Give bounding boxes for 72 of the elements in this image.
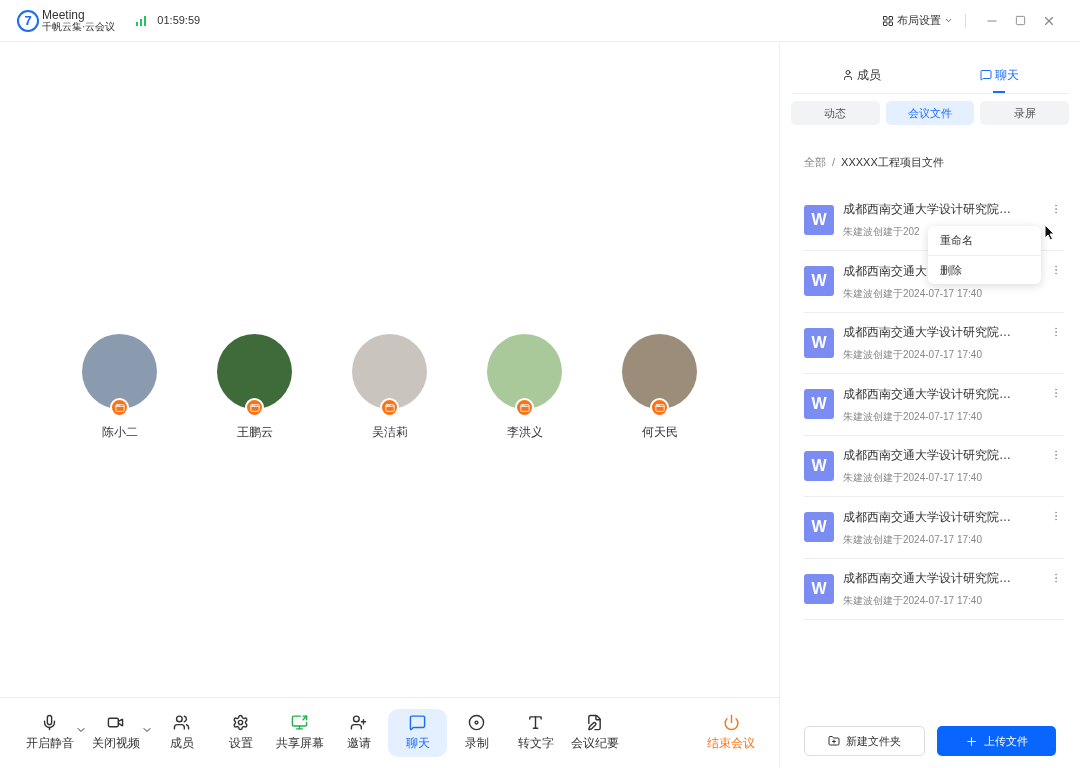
toolbar-button[interactable]: 聊天 (388, 709, 447, 757)
record-icon (468, 714, 485, 731)
file-title[interactable]: 成都西南交通大学设计研究院… (843, 507, 1011, 526)
new-folder-button[interactable]: 新建文件夹 (804, 726, 925, 756)
breadcrumb-separator: / (832, 155, 836, 170)
app-name: Meeting (42, 9, 86, 21)
participant-name: 吴洁莉 (371, 424, 408, 441)
notes-icon (586, 714, 603, 731)
word-file-icon: W (804, 450, 834, 481)
cursor-icon (1044, 224, 1055, 241)
toolbar-button[interactable]: 共享屏幕 (270, 709, 329, 757)
caret-icon (944, 16, 953, 25)
file-subtitle: 朱建波创建于2024-07-17 17:40 (843, 286, 982, 301)
settings-icon (232, 714, 249, 731)
toolbar-button[interactable]: 成员 (152, 709, 211, 757)
file-title[interactable]: 成都西南交通大学设计研究院… (843, 323, 1011, 342)
participant-name: 何天民 (641, 424, 678, 441)
word-file-icon: W (804, 327, 834, 358)
file-subtitle: 朱建波创建于2024-07-17 17:40 (843, 532, 982, 547)
file-title[interactable]: 成都西南交通大学设计研究院… (843, 384, 1011, 403)
subtab[interactable]: 录屏 (980, 101, 1069, 125)
file-title[interactable]: 成都西南交通大学设计研究院… (843, 200, 1011, 219)
participant-name: 陈小二 (101, 424, 138, 441)
file-title[interactable]: 成都西南交通大学设计研究院… (843, 569, 1011, 588)
file-subtitle: 朱建波创建于2024-07-17 17:40 (843, 409, 982, 424)
screen-share-icon (291, 714, 308, 731)
add-user-icon (350, 714, 367, 731)
toolbar-button[interactable]: 录制 (447, 709, 506, 757)
folder-icon (828, 735, 840, 747)
menu-item[interactable]: 重命名 (928, 226, 1041, 255)
file-subtitle: 朱建波创建于2024-07-17 17:40 (843, 471, 982, 486)
panel-tab[interactable]: 成员 (792, 66, 930, 93)
subtab[interactable]: 会议文件 (885, 101, 975, 125)
breadcrumb-item: XXXXX工程项目文件 (841, 155, 944, 170)
mic-icon (41, 714, 58, 731)
word-file-icon: W (804, 204, 834, 235)
logo-icon: 7 (17, 9, 39, 32)
meeting-timer: 01:59:59 (157, 13, 201, 29)
participant-name: 王鹏云 (236, 424, 273, 441)
file-subtitle: 朱建波创建于2024-07-17 17:40 (843, 348, 982, 363)
users-icon (173, 714, 190, 731)
app-tagline: 千帆云集·云会议 (42, 22, 116, 32)
toolbar-button[interactable]: 会议纪要 (565, 709, 624, 757)
file-subtitle: 朱建波创建于2024-07-17 17:40 (843, 594, 982, 609)
word-file-icon: W (804, 573, 834, 604)
breadcrumb-item[interactable]: 全部 (804, 154, 826, 171)
toolbar-button[interactable]: 关闭视频 (86, 709, 145, 757)
word-file-icon: W (804, 266, 834, 297)
toolbar-button[interactable]: 转文字 (506, 709, 565, 757)
maximize-icon[interactable] (1015, 15, 1026, 26)
toolbar-button[interactable]: 开启静音 (20, 709, 79, 757)
file-title[interactable]: 成都西南交通大学设计研究院… (843, 446, 1011, 465)
file-title[interactable]: 成都西南交通大 (843, 261, 927, 280)
word-file-icon: W (804, 389, 834, 420)
panel-tab[interactable]: 聊天 (930, 66, 1068, 93)
plus-icon (965, 734, 978, 748)
file-subtitle: 朱建波创建于202 (843, 225, 920, 240)
menu-item[interactable]: 删除 (928, 255, 1041, 284)
power-icon (722, 714, 740, 731)
toolbar-button[interactable]: 邀请 (329, 709, 388, 757)
chat-icon (409, 714, 426, 731)
layout-settings-button[interactable]: 布局设置 (882, 12, 953, 29)
user-icon (841, 69, 854, 81)
word-file-icon: W (804, 512, 834, 543)
upload-button[interactable]: 上传文件 (937, 726, 1056, 756)
chat-icon (979, 69, 992, 81)
signal-icon (136, 15, 148, 26)
toolbar-button[interactable]: 设置 (211, 709, 270, 757)
participant-name: 李洪义 (506, 424, 543, 441)
subtab[interactable]: 动态 (791, 101, 880, 125)
text-icon (527, 714, 544, 731)
layout-icon (882, 14, 894, 27)
